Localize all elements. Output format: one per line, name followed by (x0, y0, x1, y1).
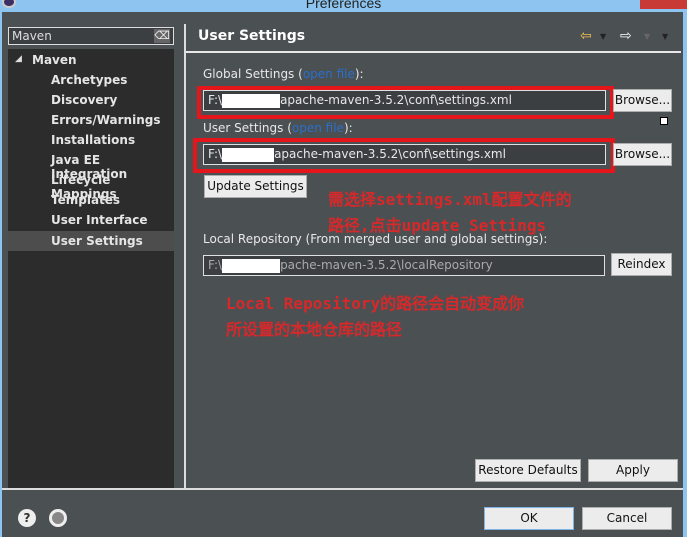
filter-input[interactable]: Maven (8, 27, 174, 45)
close-button[interactable] (640, 0, 687, 9)
user-browse-button[interactable]: Browse... (613, 143, 672, 166)
help-icon[interactable]: ? (18, 509, 36, 527)
update-settings-button[interactable]: Update Settings (204, 175, 307, 198)
redaction (222, 147, 275, 162)
back-menu-icon[interactable]: ▼ (600, 32, 606, 41)
global-browse-button[interactable]: Browse... (613, 89, 672, 112)
import-export-icon[interactable] (49, 509, 67, 527)
apply-button[interactable]: Apply (588, 459, 678, 482)
user-settings-label: User Settings (open file): (203, 121, 353, 135)
view-menu-icon[interactable]: ▼ (662, 32, 668, 41)
global-settings-label: Global Settings (open file): (203, 67, 364, 81)
global-settings-input[interactable]: F:\ apache-maven-3.5.2\conf\settings.xml (203, 90, 606, 111)
back-arrow-icon[interactable]: ⇦ (580, 28, 592, 44)
header-divider (186, 51, 681, 53)
expand-arrow-icon[interactable]: ◢ (15, 54, 22, 64)
local-repository-input: F:\ pache-maven-3.5.2\localRepository (203, 255, 605, 276)
tree-item-archetypes[interactable]: Archetypes (51, 73, 127, 87)
forward-menu-icon[interactable]: ▼ (644, 32, 650, 41)
maximize-button[interactable] (600, 0, 630, 6)
tree-item-errors-warnings[interactable]: Errors/Warnings (51, 113, 160, 127)
user-settings-input[interactable]: F:\ apache-maven-3.5.2\conf\settings.xml (203, 144, 606, 165)
clear-filter-icon[interactable]: ⌫ (154, 29, 170, 43)
footer-divider (2, 488, 683, 490)
page-title: User Settings (198, 28, 306, 44)
tree-item-discovery[interactable]: Discovery (51, 93, 117, 107)
annotation-2: Local Repository的路径会自动变成你 所设置的本地仓库的路径 (226, 294, 525, 339)
tree-item-templates[interactable]: Templates (51, 193, 120, 207)
redaction (222, 93, 281, 108)
global-open-file-link[interactable]: open file (303, 67, 355, 81)
restore-defaults-button[interactable]: Restore Defaults (475, 459, 581, 482)
tree-item-user-interface[interactable]: User Interface (51, 213, 148, 227)
window-title: Preferences (305, 0, 382, 11)
resize-handle (660, 117, 668, 125)
tree-item-user-settings[interactable]: User Settings (8, 231, 174, 251)
title-bar: Preferences (0, 0, 687, 12)
local-repository-label: Local Repository (From merged user and g… (203, 232, 548, 246)
preference-tree: ◢ Maven Archetypes Discovery Errors/Warn… (8, 49, 174, 488)
forward-arrow-icon[interactable]: ⇨ (620, 28, 632, 44)
reindex-button[interactable]: Reindex (611, 253, 672, 276)
cancel-button[interactable]: Cancel (582, 507, 672, 530)
redaction (222, 258, 281, 273)
user-open-file-link[interactable]: open file (292, 121, 344, 135)
splitter[interactable] (184, 24, 186, 490)
ok-button[interactable]: OK (484, 507, 574, 530)
tree-item-maven[interactable]: Maven (32, 53, 77, 67)
tree-item-installations[interactable]: Installations (51, 133, 135, 147)
